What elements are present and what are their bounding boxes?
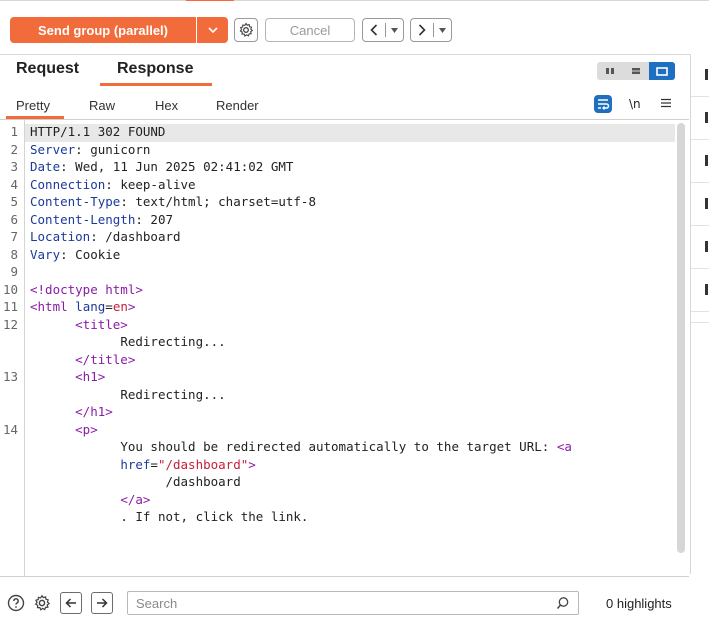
search-settings-button[interactable] (31, 592, 53, 614)
chevron-left-icon (370, 24, 378, 36)
hamburger-menu-icon[interactable] (661, 96, 671, 111)
code-line: Server: gunicorn (30, 141, 151, 157)
rows-icon (632, 68, 640, 74)
code-line: Vary: Cookie (30, 246, 121, 262)
tab-raw[interactable]: Raw (89, 98, 115, 113)
code-line: /dashboard (165, 474, 241, 489)
active-tab-indicator (100, 83, 212, 86)
code-line: Connection: keep-alive (30, 176, 196, 192)
previous-match-button[interactable] (60, 592, 82, 614)
layout-split-vertical-button[interactable] (597, 62, 623, 80)
code-line: Location: /dashboard (30, 229, 181, 244)
inspector-section-handle[interactable] (691, 140, 709, 183)
search-box (127, 591, 579, 615)
request-response-tabs: Request Response (0, 55, 689, 87)
code-line: . If not, click the link. (120, 509, 309, 524)
tab-render[interactable]: Render (216, 98, 259, 113)
settings-button[interactable] (234, 18, 258, 42)
message-editor[interactable]: 1 2 3 4 5 6 7 8 9 10 11 12 13 14 HTTP/1.… (0, 120, 689, 576)
code-line: Content-Type: text/html; charset=utf-8 (30, 194, 316, 209)
code-line: HTTP/1.1 302 FOUND (30, 124, 166, 139)
columns-icon (606, 68, 614, 74)
code-line: Redirecting... (120, 334, 226, 349)
code-line: href="/dashboard"> (120, 456, 256, 472)
inspector-section-handle[interactable] (691, 97, 709, 140)
arrow-left-icon (65, 598, 76, 608)
inspector-section-handle[interactable] (691, 183, 709, 226)
wrap-icon (598, 99, 610, 110)
code-line: You should be redirected automatically t… (120, 439, 572, 454)
inspector-strip (690, 54, 709, 574)
arrow-right-icon (97, 598, 108, 608)
code-line: <h1> (75, 369, 106, 384)
inspector-section-handle[interactable] (691, 269, 709, 312)
layout-tabs-button[interactable] (649, 62, 675, 80)
chevron-down-icon (207, 27, 218, 33)
tab-pretty[interactable]: Pretty (16, 98, 50, 113)
code-line: <!doctype html> (30, 281, 143, 297)
search-input[interactable] (128, 592, 546, 614)
gear-icon (239, 22, 254, 37)
repeater-toolbar: Send group (parallel) Cancel (0, 1, 709, 55)
search-icon[interactable] (556, 596, 570, 615)
next-button[interactable] (410, 18, 452, 42)
send-group-button[interactable]: Send group (parallel) (10, 17, 196, 43)
highlights-count: 0 highlights (606, 596, 672, 611)
caret-down-icon (391, 27, 398, 33)
code-content: HTTP/1.1 302 FOUND Server: gunicorn Date… (0, 120, 572, 524)
tab-response[interactable]: Response (117, 60, 193, 78)
code-line: Content-Length: 207 (30, 211, 173, 227)
message-view-tabs: Pretty Raw Hex Render \n (0, 91, 689, 120)
previous-button[interactable] (362, 18, 404, 42)
gear-icon (34, 594, 51, 611)
layout-toggle (597, 62, 675, 80)
inspector-section-handle[interactable] (691, 54, 709, 97)
active-subtab-indicator (6, 116, 64, 119)
inspector-section-handle[interactable] (691, 226, 709, 269)
search-bar: 0 highlights (0, 576, 689, 630)
show-newlines-button[interactable]: \n (629, 97, 641, 111)
code-line: <html lang=en> (30, 299, 136, 314)
vertical-scrollbar[interactable] (677, 123, 685, 553)
window-icon (656, 66, 668, 76)
tab-hex[interactable]: Hex (155, 98, 178, 113)
code-line: Date: Wed, 11 Jun 2025 02:41:02 GMT (30, 159, 294, 174)
layout-split-horizontal-button[interactable] (623, 62, 649, 80)
inspector-section-handle[interactable] (691, 312, 709, 323)
send-options-dropdown[interactable] (197, 17, 228, 43)
tab-request[interactable]: Request (16, 60, 79, 78)
code-line: </h1> (75, 404, 113, 419)
help-button[interactable] (5, 592, 27, 614)
code-line: </title> (75, 351, 136, 367)
code-line: <p> (75, 421, 98, 437)
code-line: Redirecting... (120, 386, 226, 402)
word-wrap-button[interactable] (594, 95, 612, 113)
caret-down-icon (439, 27, 446, 33)
help-icon (7, 594, 25, 612)
code-line: <title> (75, 316, 128, 332)
chevron-right-icon (418, 24, 426, 36)
cancel-button[interactable]: Cancel (265, 18, 355, 42)
code-line: </a> (120, 491, 151, 507)
response-panel: Request Response Pretty Raw Hex Render \… (0, 55, 689, 630)
next-match-button[interactable] (91, 592, 113, 614)
